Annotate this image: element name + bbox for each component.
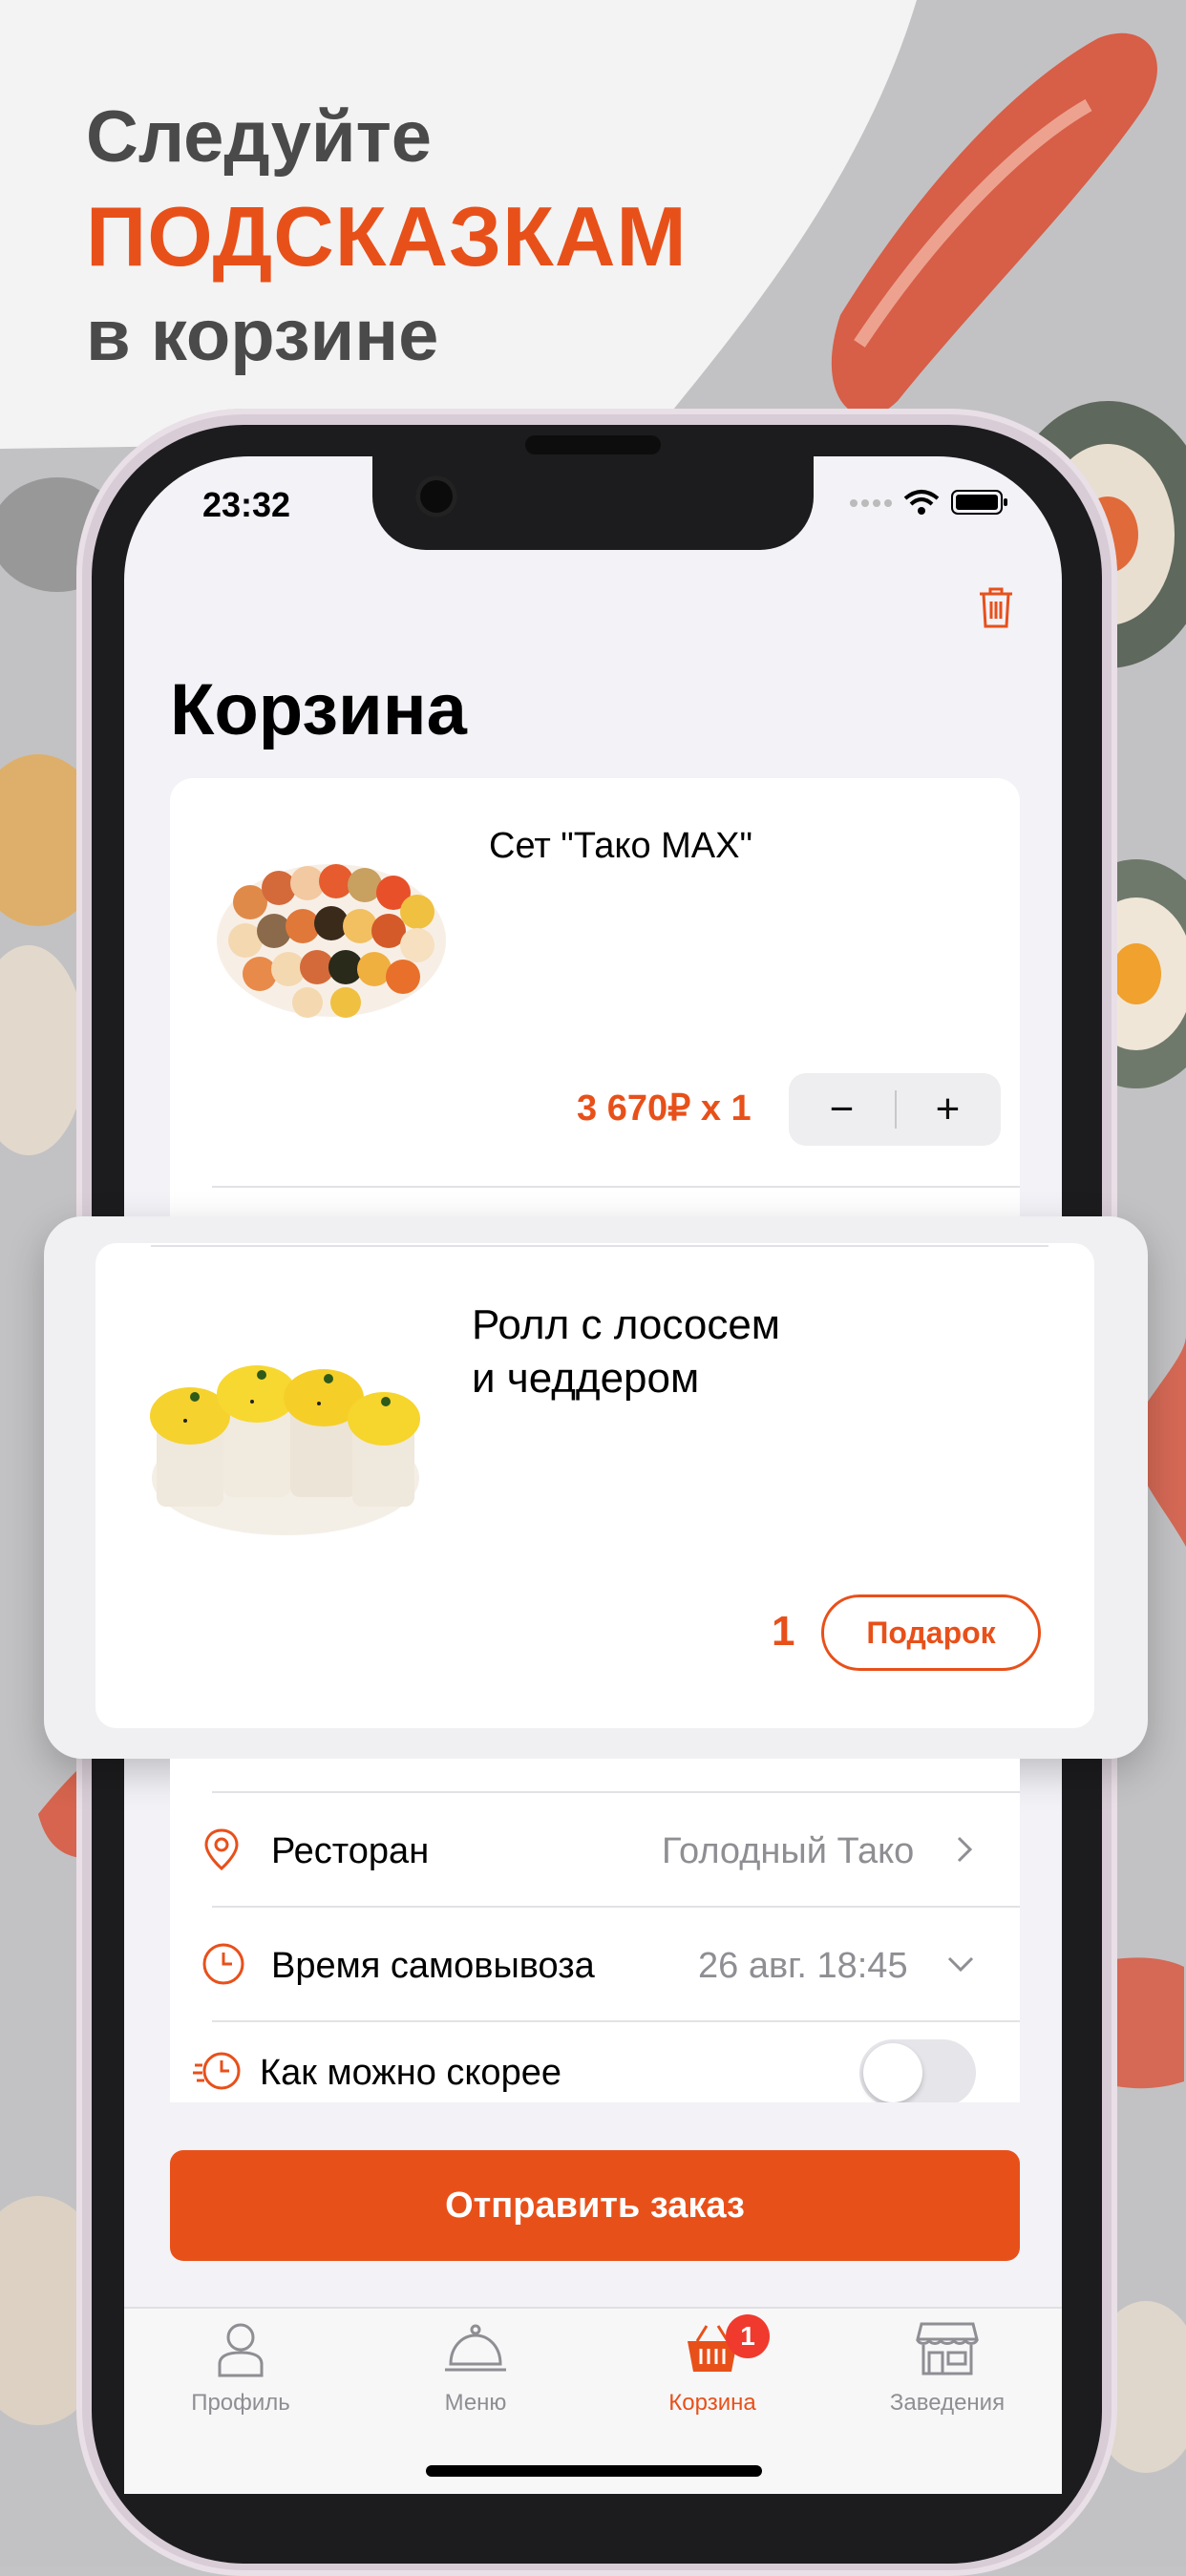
profile-icon [214,2320,267,2382]
home-indicator [426,2465,762,2477]
restaurant-value: Голодный Тако [662,1830,915,1871]
gift-item-name: Ролл с лососем и чеддером [472,1299,780,1405]
asap-toggle[interactable] [859,2039,976,2106]
pickup-time-label: Время самовывоза [271,1945,595,1986]
clock-icon [201,1941,246,1992]
cart-item-name: Сет "Тако MAX" [489,826,752,866]
headline-accent: ПОДСКАЗКАМ [86,189,688,284]
pickup-time-value: 26 авг. 18:45 [698,1945,908,1986]
tab-label: Профиль [191,2390,290,2416]
battery-icon [951,489,1008,520]
tab-label: Меню [444,2390,507,2416]
divider [212,1791,1020,1793]
set-image [212,835,451,1031]
tab-label: Корзина [668,2390,756,2416]
headline-line3: в корзине [86,295,439,376]
pickup-time-row[interactable]: Время самовывоза 26 авг. 18:45 [170,1910,1020,2022]
gift-item-name-line2: и чеддером [472,1355,700,1402]
phone-speaker [525,435,661,454]
roll-image [147,1316,424,1550]
trash-icon [976,587,1016,634]
submit-order-button[interactable]: Отправить заказ [170,2150,1020,2261]
asap-label: Как можно скорее [260,2052,561,2093]
headline-line1: Следуйте [86,96,433,178]
clear-cart-button[interactable] [976,584,1016,635]
cart-count-badge: 1 [726,2314,770,2358]
gift-item-qty: 1 [772,1608,795,1655]
decrease-button[interactable]: − [789,1073,895,1146]
divider [151,1245,1048,1247]
tab-label: Заведения [889,2390,1006,2416]
gift-button[interactable]: Подарок [821,1594,1041,1671]
tab-profile[interactable]: Профиль [145,2320,336,2417]
page-title: Корзина [170,669,467,750]
tab-menu[interactable]: Меню [380,2320,571,2417]
quantity-stepper: − + [789,1073,1001,1146]
tab-cart[interactable]: Корзина [617,2320,808,2417]
chevron-right-icon [955,1834,974,1869]
promo-headline: Следуйте ПОДСКАЗКАМ в корзине [86,88,688,386]
status-time: 23:32 [202,485,291,524]
cloche-icon [443,2320,508,2382]
wifi-icon [903,489,940,520]
toggle-knob [863,2043,922,2102]
location-pin-icon [201,1826,243,1877]
gift-item-name-line1: Ролл с лососем [472,1301,781,1348]
divider [212,1186,1020,1188]
restaurant-row[interactable]: Ресторан Голодный Тако [170,1795,1020,1908]
status-icons [850,489,1008,520]
restaurant-label: Ресторан [271,1830,430,1871]
front-camera [415,475,457,517]
fast-clock-icon [193,2048,243,2099]
signal-icon [850,496,892,514]
store-icon [916,2320,979,2382]
increase-button[interactable]: + [895,1073,1001,1146]
tab-venues[interactable]: Заведения [852,2320,1043,2417]
divider [212,1906,1020,1908]
cart-item-price: 3 670₽ x 1 [577,1088,752,1129]
chevron-down-icon [945,1954,976,1978]
